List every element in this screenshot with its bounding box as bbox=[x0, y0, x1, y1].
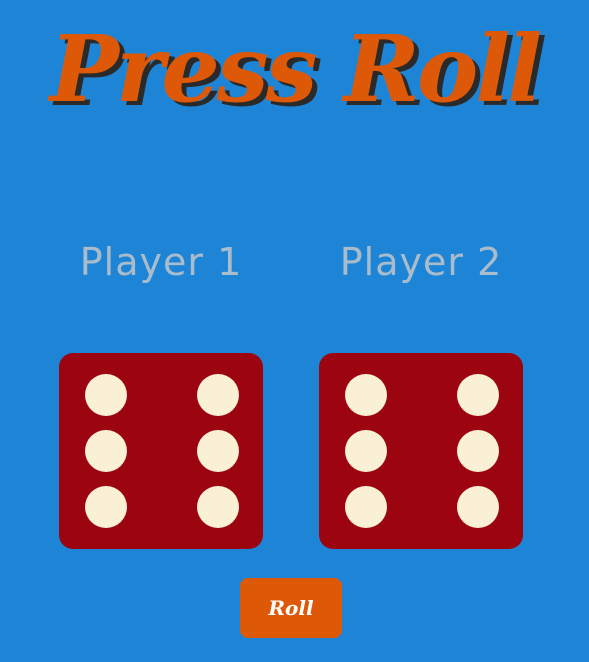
game-title: Press Roll bbox=[49, 15, 543, 123]
die-pip bbox=[85, 486, 127, 528]
die-pip bbox=[197, 430, 239, 472]
roll-button[interactable]: Roll bbox=[240, 578, 342, 638]
die-pip bbox=[197, 486, 239, 528]
die-pip bbox=[197, 374, 239, 416]
player-2-die bbox=[319, 353, 523, 549]
player-2-label: Player 2 bbox=[339, 240, 503, 284]
die-pip bbox=[345, 374, 387, 416]
die-pip bbox=[457, 486, 499, 528]
die-pip bbox=[457, 430, 499, 472]
die-pip bbox=[85, 374, 127, 416]
player-1-label: Player 1 bbox=[79, 240, 243, 284]
die-pip bbox=[85, 430, 127, 472]
die-pip bbox=[457, 374, 499, 416]
die-pip bbox=[345, 430, 387, 472]
die-pip bbox=[345, 486, 387, 528]
player-1-die bbox=[59, 353, 263, 549]
